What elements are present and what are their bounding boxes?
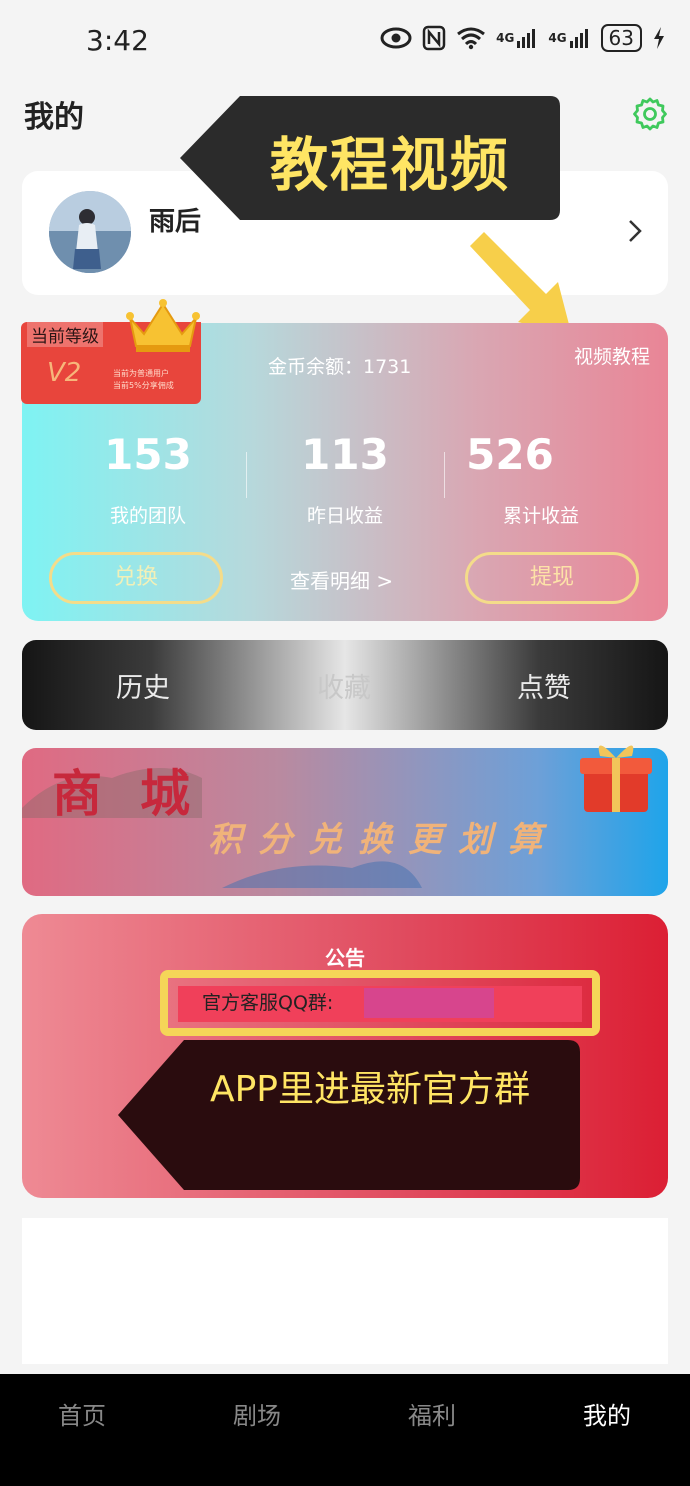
stat-label: 我的团队	[109, 505, 186, 527]
page-title: 我的	[24, 100, 84, 135]
tab-likes[interactable]: 点赞	[517, 666, 571, 705]
level-note: 当前为普通用户	[113, 369, 169, 378]
stat-total[interactable]: 526 累计收益	[410, 430, 610, 528]
charging-icon	[652, 26, 666, 50]
signal-icon: 4G	[548, 27, 590, 49]
video-tutorial-link[interactable]: 视频教程	[574, 342, 650, 369]
status-bar: 3:42 4G 4G 63	[0, 0, 690, 80]
status-icons: 4G 4G 63	[380, 24, 666, 52]
stat-label: 累计收益	[502, 505, 579, 527]
eye-icon	[380, 27, 412, 49]
gear-icon	[633, 97, 667, 131]
exchange-button[interactable]: 兑换	[49, 552, 223, 604]
nfc-icon	[422, 25, 446, 51]
status-time: 3:42	[86, 24, 149, 57]
gift-icon	[580, 745, 652, 812]
nav-theater[interactable]: 剧场	[207, 1396, 307, 1431]
chevron-right-icon[interactable]	[628, 219, 642, 247]
signal-icon: 4G	[496, 27, 538, 49]
coin-balance: 金币余额：1731	[268, 356, 412, 378]
withdraw-button[interactable]: 提现	[465, 552, 639, 604]
crown-icon	[126, 299, 200, 352]
battery-icon: 63	[600, 24, 642, 52]
qq-number-redacted	[364, 988, 494, 1018]
settings-button[interactable]	[632, 96, 668, 132]
tutorial-callout-text: 教程视频	[269, 131, 510, 199]
qq-group-label[interactable]: 官方客服QQ群:	[202, 988, 333, 1015]
notice-title: 公告	[325, 946, 365, 970]
mall-slogan: 积分兑换更划算	[208, 820, 558, 860]
empty-panel	[22, 1218, 668, 1364]
nav-home[interactable]: 首页	[32, 1396, 132, 1431]
avatar[interactable]	[49, 191, 131, 273]
level-label: 当前等级	[27, 322, 103, 347]
mall-title: 商城	[52, 764, 228, 823]
view-detail-link[interactable]: 查看明细 >	[290, 565, 393, 594]
stat-value: 526	[466, 430, 554, 479]
stat-value: 153	[104, 430, 192, 479]
level-note: 当前5%分享佣成	[113, 381, 174, 390]
app-group-callout-text: APP里进最新官方群	[209, 1069, 531, 1110]
tab-favorites[interactable]: 收藏	[317, 666, 371, 705]
app-group-callout	[118, 1040, 580, 1190]
tab-history[interactable]: 历史	[116, 666, 170, 705]
nav-mine[interactable]: 我的	[557, 1396, 657, 1431]
wifi-icon	[456, 26, 486, 50]
nav-welfare[interactable]: 福利	[382, 1396, 482, 1431]
level-value: V2	[47, 358, 82, 388]
stat-team[interactable]: 153 我的团队	[48, 430, 248, 528]
